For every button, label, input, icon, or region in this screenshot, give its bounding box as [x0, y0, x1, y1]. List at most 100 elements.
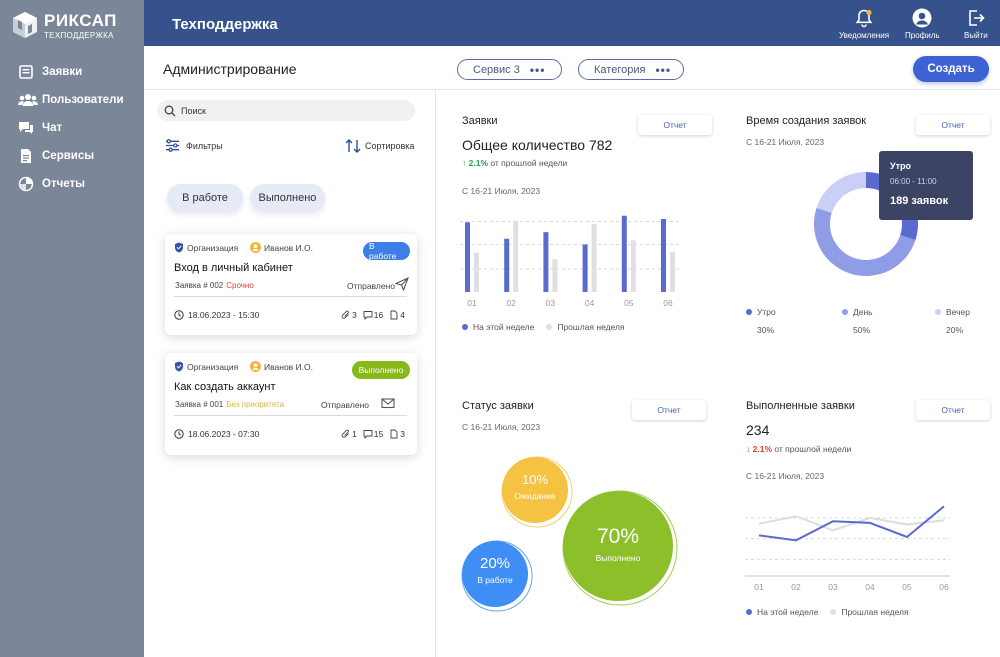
- docs-count[interactable]: 3: [389, 429, 405, 439]
- filters-button[interactable]: Фильтры: [165, 139, 223, 152]
- send-icon[interactable]: [395, 277, 409, 291]
- attachments-count[interactable]: 3: [341, 310, 357, 320]
- attachments-value: 3: [352, 310, 357, 320]
- sidebar-item-services[interactable]: Сервисы: [0, 142, 144, 170]
- logout-button[interactable]: Выйти: [964, 8, 988, 40]
- ticket-sent-status: Отправлено: [347, 281, 395, 291]
- profile-button[interactable]: Профиль: [905, 8, 940, 40]
- creation-time-report-button[interactable]: Отчет: [916, 115, 990, 135]
- completed-delta-text: от прошлой недели: [774, 444, 852, 454]
- completed-line-chart: 01 02 03 04 05 06: [745, 505, 950, 592]
- bubble-completed-label: Выполнено: [596, 553, 641, 563]
- bubble-in-progress[interactable]: [462, 541, 528, 607]
- requests-report-button[interactable]: Отчет: [638, 115, 712, 135]
- bubble-waiting[interactable]: [502, 457, 568, 523]
- service-filter-dropdown[interactable]: Сервис 3 •••: [457, 59, 562, 80]
- search-icon: [164, 105, 176, 116]
- tab-in-progress[interactable]: В работе: [167, 184, 243, 212]
- ticket-card[interactable]: Организация Иванов И.О. Выполнено Как со…: [165, 353, 417, 455]
- bar-previous-week[interactable]: [513, 220, 519, 292]
- completed-delta: ↓ 2.1% от прошлой недели: [746, 444, 851, 454]
- comment-icon: [363, 430, 373, 439]
- ticket-sent-status: Отправлено: [321, 400, 369, 410]
- donut-slice-evening[interactable]: [816, 172, 866, 213]
- clock-icon: [174, 429, 184, 439]
- x-tick-label: 01: [754, 582, 764, 592]
- sidebar-item-label: Заявки: [42, 66, 83, 78]
- bar-current-week[interactable]: [621, 215, 627, 292]
- chat-icon: [19, 122, 33, 134]
- search-input[interactable]: Поиск: [157, 100, 415, 121]
- sidebar-item-requests[interactable]: Заявки: [0, 58, 144, 86]
- legend-current-label: На этой неделе: [473, 322, 535, 332]
- ticket-priority: Срочно: [226, 281, 254, 290]
- sort-label: Сортировка: [365, 141, 415, 151]
- bar-current-week[interactable]: [582, 244, 588, 292]
- sidebar-item-users[interactable]: Пользователи: [0, 86, 144, 114]
- ticket-divider: [174, 415, 407, 416]
- shield-check-icon: [175, 361, 183, 372]
- creation-time-period: С 16-21 Июля, 2023: [746, 137, 825, 147]
- avatar-icon: [912, 8, 932, 28]
- filters-label: Фильтры: [186, 140, 223, 151]
- tab-completed[interactable]: Выполнено: [250, 184, 325, 212]
- legend-dot-current: [462, 324, 468, 330]
- ticket-meta: 3 16 4: [341, 310, 405, 320]
- x-tick-label: 03: [828, 582, 838, 592]
- bar-previous-week[interactable]: [591, 223, 597, 292]
- status-report-button[interactable]: Отчет: [632, 400, 706, 420]
- legend-previous-label: Прошлая неделя: [557, 322, 625, 332]
- bar-previous-week[interactable]: [670, 251, 675, 292]
- sort-button[interactable]: Сортировка: [345, 139, 414, 153]
- brand-logo[interactable]: РИКСАП ТЕХПОДДЕРЖКА: [12, 9, 137, 45]
- creation-time-card-title: Время создания заявок: [746, 115, 867, 127]
- attachments-count[interactable]: 1: [341, 429, 357, 439]
- mail-icon[interactable]: [381, 396, 395, 410]
- assignee-name: Иванов И.О.: [264, 242, 313, 253]
- category-filter-dropdown[interactable]: Категория •••: [578, 59, 684, 80]
- legend-morning-label: Утро: [757, 307, 776, 317]
- organization-name: Организация: [187, 361, 239, 372]
- bar-previous-week[interactable]: [630, 240, 636, 292]
- page-title: Администрирование: [163, 61, 297, 77]
- legend-day-value: 50%: [853, 325, 871, 335]
- legend-evening-label: Вечер: [946, 307, 970, 317]
- bar-current-week[interactable]: [543, 232, 549, 292]
- requests-period: С 16-21 Июля, 2023: [462, 186, 541, 196]
- bell-icon: [855, 9, 873, 28]
- bar-current-week[interactable]: [661, 219, 666, 292]
- bar-current-week[interactable]: [504, 238, 510, 292]
- ticket-organization: Организация: [174, 242, 238, 253]
- legend-day: День 50%: [842, 307, 873, 335]
- sidebar-item-reports[interactable]: Отчеты: [0, 170, 144, 198]
- create-button[interactable]: Создать: [913, 56, 989, 82]
- status-period: С 16-21 Июля, 2023: [462, 422, 541, 432]
- tooltip-range: 06:00 - 11:00: [890, 177, 937, 186]
- bar-previous-week[interactable]: [474, 252, 479, 292]
- comments-count[interactable]: 16: [363, 310, 383, 320]
- x-tick-label: 04: [585, 298, 595, 308]
- panel-divider: [435, 89, 436, 657]
- comments-count[interactable]: 15: [363, 429, 383, 439]
- ticket-number: Заявка # 001: [175, 400, 224, 409]
- bar-previous-week[interactable]: [552, 259, 558, 292]
- users-icon: [18, 94, 38, 106]
- x-tick-label: 06: [663, 298, 673, 308]
- service-filter-label: Сервис 3: [473, 63, 520, 76]
- sidebar-item-label: Отчеты: [42, 178, 85, 190]
- ticket-date: 18.06.2023 - 07:30: [174, 429, 259, 439]
- docs-value: 3: [400, 429, 405, 439]
- completed-report-button[interactable]: Отчет: [916, 400, 990, 420]
- x-tick-label: 04: [865, 582, 875, 592]
- ticket-datetime: 18.06.2023 - 07:30: [188, 429, 260, 439]
- notifications-button[interactable]: Уведомления: [839, 8, 889, 40]
- ticket-title: Вход в личный кабинет: [174, 262, 293, 274]
- bar-current-week[interactable]: [465, 222, 470, 292]
- ticket-card[interactable]: Организация Иванов И.О. В работе Вход в …: [165, 234, 417, 335]
- requests-legend: На этой неделе Прошлая неделя: [462, 322, 625, 332]
- legend-current-label: На этой неделе: [757, 607, 819, 617]
- brand-subtitle: ТЕХПОДДЕРЖКА: [44, 31, 114, 40]
- docs-count[interactable]: 4: [389, 310, 405, 320]
- ticket-date: 18.06.2023 - 15:30: [174, 310, 259, 320]
- sidebar-item-chat[interactable]: Чат: [0, 114, 144, 142]
